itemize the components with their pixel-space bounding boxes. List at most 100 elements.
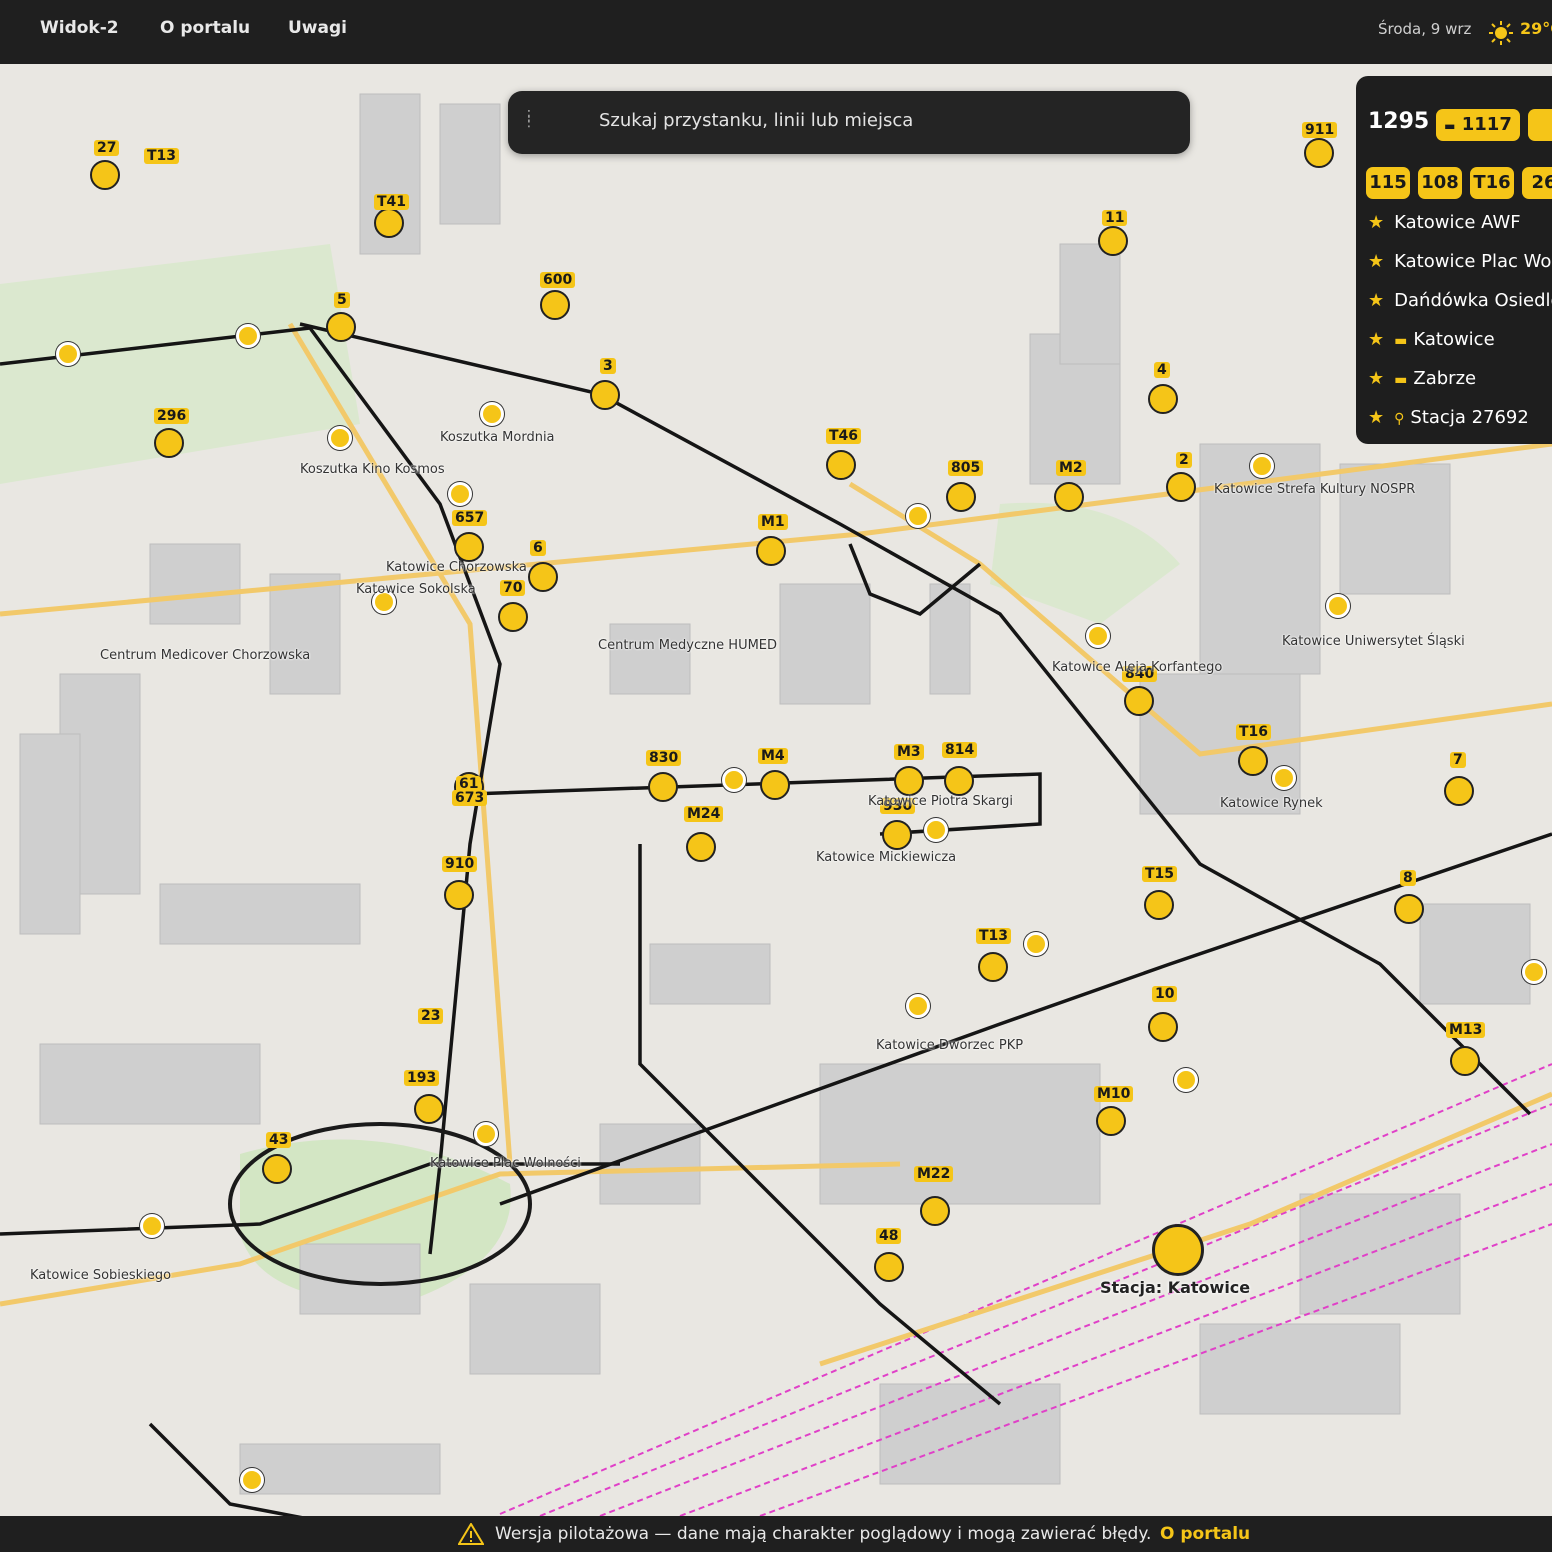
favorite-item[interactable]: ★ ⚲ Stacja 27692 xyxy=(1368,407,1529,428)
vehicle-pin[interactable] xyxy=(1124,686,1154,716)
vehicle-pin[interactable] xyxy=(874,1252,904,1282)
route-label: 11 xyxy=(1102,210,1128,226)
vehicle-pin[interactable] xyxy=(1098,226,1128,256)
stop-marker[interactable] xyxy=(240,1468,264,1492)
nav-widok-2[interactable]: Widok-2 xyxy=(40,18,119,38)
station-train-icon[interactable] xyxy=(1152,1224,1204,1276)
search-placeholder[interactable]: Szukaj przystanku, linii lub miejsca xyxy=(599,110,913,131)
vehicle-pin[interactable] xyxy=(454,532,484,562)
vehicle-pin[interactable] xyxy=(920,1196,950,1226)
favorite-item[interactable]: ★ ▬ Katowice xyxy=(1368,329,1495,350)
route-label: M13 xyxy=(1446,1022,1486,1038)
vehicle-pin[interactable] xyxy=(756,536,786,566)
favorite-item[interactable]: ★ Dańdówka Osiedle xyxy=(1368,290,1552,311)
map-canvas[interactable]: 657 6 70 830 M4 M3 814 930 M24 61 673 91… xyxy=(0,64,1552,1516)
stop-marker[interactable] xyxy=(474,1122,498,1146)
stop-marker[interactable] xyxy=(236,324,260,348)
map-label: Centrum Medyczne HUMED xyxy=(598,638,778,653)
warning-icon xyxy=(458,1523,484,1545)
favorite-item[interactable]: ★ Katowice AWF xyxy=(1368,212,1521,233)
vehicle-pin[interactable] xyxy=(1444,776,1474,806)
vehicle-pin[interactable] xyxy=(1054,482,1084,512)
favorite-item[interactable]: ★ ▬ Zabrze xyxy=(1368,368,1476,389)
stop-marker[interactable] xyxy=(1250,454,1274,478)
route-label: M3 xyxy=(894,744,924,760)
vehicle-pin[interactable] xyxy=(686,832,716,862)
stop-marker[interactable] xyxy=(140,1214,164,1238)
star-icon: ★ xyxy=(1368,368,1385,389)
vehicle-pin[interactable] xyxy=(1166,472,1196,502)
stop-marker[interactable] xyxy=(1024,932,1048,956)
route-label: 7 xyxy=(1450,752,1466,768)
extra-chip[interactable] xyxy=(1528,109,1552,141)
vehicle-pin[interactable] xyxy=(1304,138,1334,168)
sun-icon xyxy=(1489,21,1513,45)
route-label: M24 xyxy=(684,806,724,822)
vehicle-pin[interactable] xyxy=(528,562,558,592)
favorite-item[interactable]: ★Katowice Plac Wolności xyxy=(1368,251,1552,272)
route-label: 5 xyxy=(334,292,350,308)
map-label: Katowice Sobieskiego xyxy=(30,1268,172,1283)
stop-marker[interactable] xyxy=(328,426,352,450)
search-bar[interactable]: ⋮ ⋮ Szukaj przystanku, linii lub miejsca xyxy=(508,91,1190,154)
vehicle-pin[interactable] xyxy=(978,952,1008,982)
vehicle-pin[interactable] xyxy=(648,772,678,802)
stop-marker[interactable] xyxy=(1272,766,1296,790)
train-count-chip[interactable]: ▬ 1117 xyxy=(1436,109,1520,141)
route-label: 4 xyxy=(1154,362,1170,378)
vehicle-pin[interactable] xyxy=(498,602,528,632)
nav-o-portalu[interactable]: O portalu xyxy=(160,18,250,38)
stop-marker[interactable] xyxy=(1086,624,1110,648)
vehicle-pin[interactable] xyxy=(154,428,184,458)
route-label: 27 xyxy=(94,140,120,156)
route-label: 814 xyxy=(942,742,978,758)
line-chip[interactable]: T16 xyxy=(1470,167,1514,199)
bike-icon: ⚲ xyxy=(1394,411,1405,427)
vehicle-pin[interactable] xyxy=(540,290,570,320)
vehicle-pin[interactable] xyxy=(760,770,790,800)
stop-marker[interactable] xyxy=(1522,960,1546,984)
vehicle-pin[interactable] xyxy=(1148,1012,1178,1042)
vehicle-pin[interactable] xyxy=(882,820,912,850)
stop-marker[interactable] xyxy=(906,994,930,1018)
stop-marker[interactable] xyxy=(56,342,80,366)
vehicle-pin[interactable] xyxy=(826,450,856,480)
nav-uwagi[interactable]: Uwagi xyxy=(288,18,347,38)
line-chip[interactable]: 108 xyxy=(1418,167,1462,199)
vehicle-pin[interactable] xyxy=(1144,890,1174,920)
stop-marker[interactable] xyxy=(1174,1068,1198,1092)
line-chip[interactable]: 115 xyxy=(1366,167,1410,199)
route-label: T13 xyxy=(144,148,180,164)
vehicle-pin[interactable] xyxy=(590,380,620,410)
line-chip[interactable]: 26 xyxy=(1522,167,1552,199)
route-label: 296 xyxy=(154,408,190,424)
train-icon: ▬ xyxy=(1394,372,1408,388)
vehicle-pin[interactable] xyxy=(414,1094,444,1124)
stop-marker[interactable] xyxy=(448,482,472,506)
pilot-warning: Wersja pilotażowa — dane mają charakter … xyxy=(495,1524,1152,1544)
stop-marker[interactable] xyxy=(722,768,746,792)
date-label: Środa, 9 wrz xyxy=(1378,20,1472,38)
vehicle-pin[interactable] xyxy=(374,208,404,238)
vehicle-pin[interactable] xyxy=(326,312,356,342)
map-label: Katowice Sokolska xyxy=(356,582,476,597)
stop-marker[interactable] xyxy=(924,818,948,842)
route-label: T46 xyxy=(826,428,862,444)
vehicle-pin[interactable] xyxy=(1394,894,1424,924)
vehicle-pin[interactable] xyxy=(1148,384,1178,414)
vehicle-pin[interactable] xyxy=(1450,1046,1480,1076)
stop-marker[interactable] xyxy=(480,402,504,426)
vehicle-pin[interactable] xyxy=(262,1154,292,1184)
vehicle-pin[interactable] xyxy=(1238,746,1268,776)
vehicle-pin[interactable] xyxy=(444,880,474,910)
about-link[interactable]: O portalu xyxy=(1160,1524,1250,1544)
drag-handle-icon[interactable]: ⋮ ⋮ xyxy=(522,109,536,133)
vehicle-pin[interactable] xyxy=(894,766,924,796)
vehicle-pin[interactable] xyxy=(1096,1106,1126,1136)
vehicle-pin[interactable] xyxy=(946,482,976,512)
stop-marker[interactable] xyxy=(1326,594,1350,618)
vehicle-pin[interactable] xyxy=(90,160,120,190)
star-icon: ★ xyxy=(1368,251,1385,272)
stop-marker[interactable] xyxy=(906,504,930,528)
vehicle-pin[interactable] xyxy=(944,766,974,796)
